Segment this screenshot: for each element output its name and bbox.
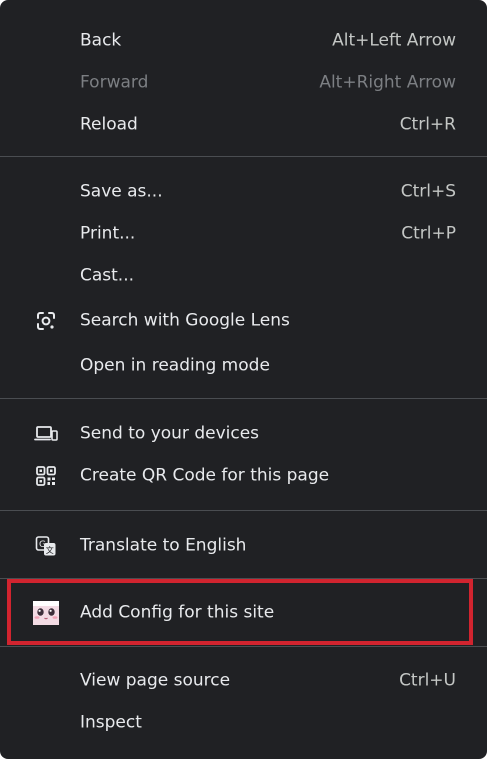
view-source-label: View page source bbox=[80, 670, 231, 691]
menu-item-cast[interactable]: Cast... bbox=[0, 256, 487, 296]
menu-item-reading-mode[interactable]: Open in reading mode bbox=[0, 346, 487, 386]
print-shortcut: Ctrl+P bbox=[401, 223, 456, 244]
translate-icon: G 文 bbox=[33, 533, 59, 559]
menu-item-save-as[interactable]: Save as... Ctrl+S bbox=[0, 172, 487, 212]
qr-code-label: Create QR Code for this page bbox=[80, 465, 330, 486]
forward-label: Forward bbox=[80, 72, 149, 93]
forward-shortcut: Alt+Right Arrow bbox=[319, 72, 456, 93]
menu-item-print[interactable]: Print... Ctrl+P bbox=[0, 214, 487, 254]
context-menu: Back Alt+Left Arrow Forward Alt+Right Ar… bbox=[0, 0, 487, 759]
save-as-shortcut: Ctrl+S bbox=[400, 181, 456, 202]
svg-text:文: 文 bbox=[46, 545, 54, 555]
menu-item-reload[interactable]: Reload Ctrl+R bbox=[0, 105, 487, 145]
google-lens-icon bbox=[33, 308, 59, 334]
reload-label: Reload bbox=[80, 114, 138, 135]
menu-item-inspect[interactable]: Inspect bbox=[0, 703, 487, 743]
menu-item-send-to-devices[interactable]: Send to your devices bbox=[0, 414, 487, 454]
view-source-shortcut: Ctrl+U bbox=[399, 670, 456, 691]
print-label: Print... bbox=[80, 223, 136, 244]
reload-shortcut: Ctrl+R bbox=[399, 114, 456, 135]
menu-separator bbox=[0, 156, 487, 157]
cast-label: Cast... bbox=[80, 265, 135, 286]
highlight-box bbox=[7, 579, 473, 645]
menu-separator bbox=[0, 646, 487, 647]
translate-label: Translate to English bbox=[80, 535, 247, 556]
reading-mode-label: Open in reading mode bbox=[80, 355, 270, 376]
menu-separator bbox=[0, 398, 487, 399]
menu-separator bbox=[0, 510, 487, 511]
menu-item-back[interactable]: Back Alt+Left Arrow bbox=[0, 21, 487, 61]
menu-item-view-page-source[interactable]: View page source Ctrl+U bbox=[0, 661, 487, 701]
qr-code-icon bbox=[33, 463, 59, 489]
back-shortcut: Alt+Left Arrow bbox=[332, 30, 456, 51]
menu-item-translate[interactable]: G 文 Translate to English bbox=[0, 526, 487, 566]
menu-item-forward[interactable]: Forward Alt+Right Arrow bbox=[0, 63, 487, 103]
menu-item-create-qr-code[interactable]: Create QR Code for this page bbox=[0, 456, 487, 496]
back-label: Back bbox=[80, 30, 122, 51]
send-devices-label: Send to your devices bbox=[80, 423, 260, 444]
save-as-label: Save as... bbox=[80, 181, 163, 202]
inspect-label: Inspect bbox=[80, 712, 142, 733]
menu-item-google-lens[interactable]: Search with Google Lens bbox=[0, 301, 487, 341]
google-lens-label: Search with Google Lens bbox=[80, 310, 290, 331]
devices-icon bbox=[33, 421, 59, 447]
